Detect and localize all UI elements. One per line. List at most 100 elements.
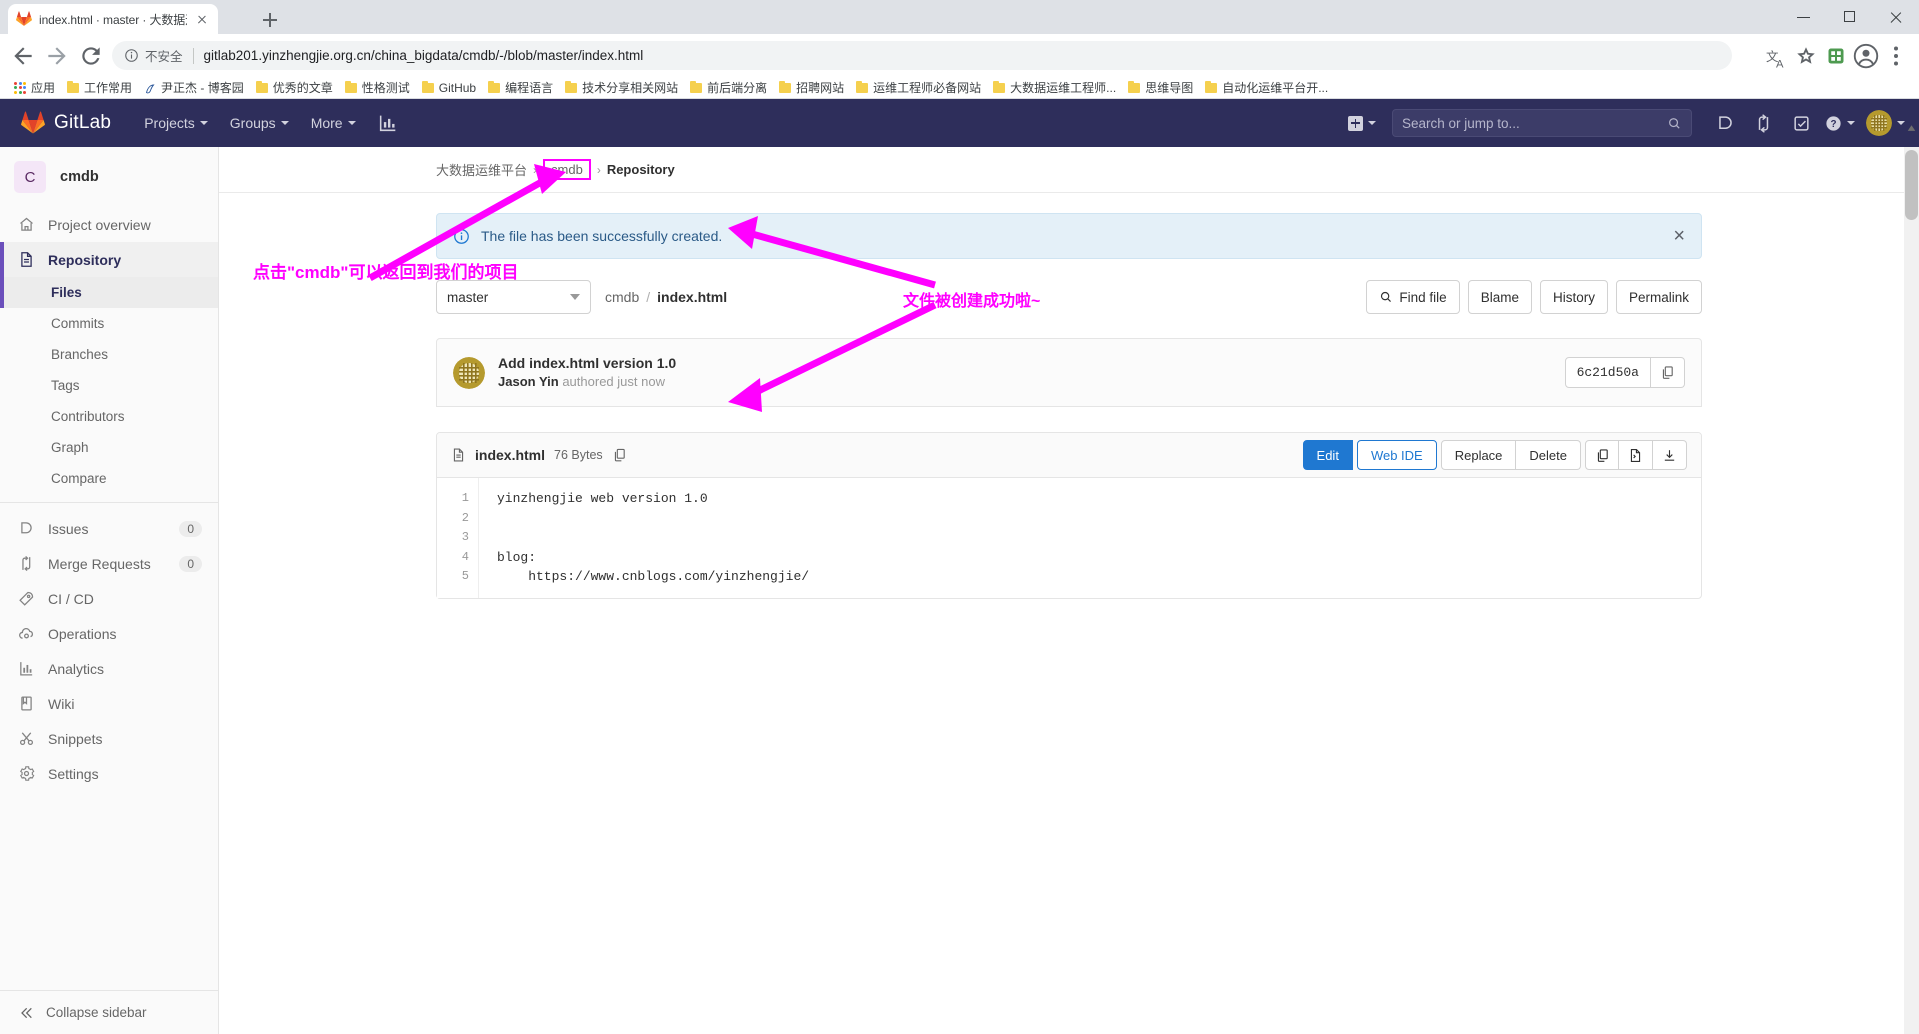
copy-path-icon[interactable] [612, 447, 627, 463]
bookmark-star-icon[interactable] [1791, 41, 1821, 71]
sidebar-item-snippets[interactable]: Snippets [0, 721, 218, 756]
gitlab-home-link[interactable]: GitLab [0, 111, 111, 135]
issues-icon[interactable] [1706, 104, 1744, 142]
line-number[interactable]: 4 [437, 548, 478, 568]
bookmark-item[interactable]: 工作常用 [61, 77, 138, 98]
maximize-button[interactable] [1827, 0, 1873, 34]
sidebar-item-ci-cd[interactable]: CI / CD [0, 581, 218, 616]
back-button[interactable] [10, 43, 36, 69]
delete-button[interactable]: Delete [1516, 440, 1581, 471]
nav-projects[interactable]: Projects [133, 109, 219, 137]
page-scrollbar-thumb[interactable] [1905, 150, 1918, 220]
breadcrumb: 大数据运维平台 › cmdb › Repository [219, 147, 1919, 193]
collapse-sidebar-button[interactable]: Collapse sidebar [0, 990, 218, 1034]
commit-title[interactable]: Add index.html version 1.0 [498, 353, 676, 373]
sidebar-item-tags[interactable]: Tags [0, 370, 218, 401]
help-button[interactable]: ? [1820, 104, 1858, 142]
sidebar-item-wiki[interactable]: Wiki [0, 686, 218, 721]
bookmark-apps[interactable]: 应用 [8, 77, 61, 98]
permalink-button[interactable]: Permalink [1615, 280, 1702, 314]
blame-button[interactable]: Blame [1467, 280, 1532, 314]
sidebar-item-branches[interactable]: Branches [0, 339, 218, 370]
new-item-button[interactable] [1340, 110, 1384, 137]
chevron-down-icon [280, 121, 289, 125]
copy-contents-icon[interactable] [1585, 440, 1619, 471]
close-window-button[interactable] [1873, 0, 1919, 34]
profile-icon[interactable] [1851, 41, 1881, 71]
line-number[interactable]: 2 [437, 509, 478, 529]
branch-selector[interactable]: master [436, 280, 591, 314]
minimize-button[interactable] [1781, 0, 1827, 34]
replace-button[interactable]: Replace [1440, 440, 1517, 471]
nav-groups[interactable]: Groups [219, 109, 300, 137]
sidebar-item-merge-requests[interactable]: Merge Requests 0 [0, 546, 218, 581]
bookmark-item[interactable]: 优秀的文章 [250, 77, 339, 98]
line-number[interactable]: 3 [437, 528, 478, 548]
sidebar-item-graph[interactable]: Graph [0, 432, 218, 463]
bookmark-item[interactable]: 自动化运维平台开... [1199, 77, 1334, 98]
page-scrollbar-track[interactable] [1904, 147, 1919, 1034]
merge-requests-icon[interactable] [1744, 104, 1782, 142]
commit-author[interactable]: Jason Yin [498, 374, 559, 389]
analytics-icon[interactable] [377, 112, 399, 134]
history-button[interactable]: History [1539, 280, 1608, 314]
file-viewer-card: index.html 76 Bytes Edit Web IDE Replace… [436, 432, 1702, 599]
scroll-up-arrow-icon[interactable] [1904, 120, 1919, 136]
close-icon[interactable]: × [1673, 226, 1685, 246]
download-icon[interactable] [1653, 440, 1687, 471]
bookmark-item[interactable]: 运维工程师必备网站 [850, 77, 987, 98]
translate-icon[interactable]: 文A [1761, 41, 1791, 71]
line-number[interactable]: 5 [437, 567, 478, 587]
web-ide-button[interactable]: Web IDE [1356, 440, 1437, 471]
close-icon[interactable] [194, 11, 210, 27]
bookmark-item[interactable]: 思维导图 [1122, 77, 1199, 98]
last-commit-card: Add index.html version 1.0 Jason Yin aut… [436, 338, 1702, 408]
extension-icon[interactable] [1821, 41, 1851, 71]
bookmark-item[interactable]: 招聘网站 [773, 77, 850, 98]
replace-delete-group: Replace Delete [1440, 440, 1581, 471]
breadcrumb-project[interactable]: cmdb [543, 159, 591, 180]
find-file-button[interactable]: Find file [1366, 280, 1460, 314]
breadcrumb-section[interactable]: Repository [607, 162, 675, 177]
sidebar-item-files[interactable]: Files [0, 277, 218, 308]
reload-button[interactable] [78, 43, 104, 69]
sidebar-item-repository[interactable]: Repository [0, 242, 218, 277]
edit-button[interactable]: Edit [1302, 440, 1353, 471]
bookmark-item[interactable]: 编程语言 [482, 77, 559, 98]
sidebar-item-compare[interactable]: Compare [0, 463, 218, 494]
search-box[interactable] [1392, 109, 1692, 137]
bookmark-item[interactable]: 性格测试 [339, 77, 416, 98]
bookmark-item[interactable]: 尹正杰 - 博客园 [138, 77, 250, 98]
chrome-menu-icon[interactable] [1881, 41, 1911, 71]
bookmark-item[interactable]: 前后端分离 [684, 77, 773, 98]
sidebar-item-commits[interactable]: Commits [0, 308, 218, 339]
bookmark-item[interactable]: 大数据运维工程师... [987, 77, 1122, 98]
new-tab-button[interactable] [258, 8, 282, 32]
sidebar-item-settings[interactable]: Settings [0, 756, 218, 791]
breadcrumb-group[interactable]: 大数据运维平台 [436, 160, 527, 179]
address-bar[interactable]: 不安全 gitlab201.yinzhengjie.org.cn/china_b… [112, 41, 1732, 70]
line-number[interactable]: 1 [437, 489, 478, 509]
browser-tab[interactable]: index.html · master · 大数据运维 [8, 4, 218, 34]
gear-icon [18, 765, 35, 782]
todos-icon[interactable] [1782, 104, 1820, 142]
sidebar-project-header[interactable]: C cmdb [0, 147, 218, 207]
copy-icon[interactable] [1651, 357, 1685, 389]
nav-more[interactable]: More [300, 109, 367, 137]
sidebar-item-analytics[interactable]: Analytics [0, 651, 218, 686]
apps-grid-icon [14, 81, 26, 94]
sidebar-item-contributors[interactable]: Contributors [0, 401, 218, 432]
search-input[interactable] [1402, 115, 1667, 131]
bookmark-item[interactable]: 技术分享相关网站 [559, 77, 684, 98]
bookmark-item[interactable]: GitHub [416, 79, 482, 97]
sidebar-item-project-overview[interactable]: Project overview [0, 207, 218, 242]
sidebar-item-issues[interactable]: Issues 0 [0, 511, 218, 546]
user-menu[interactable] [1858, 110, 1905, 136]
open-raw-icon[interactable] [1619, 440, 1653, 471]
path-segment-cmdb[interactable]: cmdb [605, 289, 639, 305]
commit-sha[interactable]: 6c21d50a [1564, 357, 1651, 389]
nav-projects-label: Projects [144, 115, 195, 131]
forward-button[interactable] [44, 43, 70, 69]
blame-label: Blame [1480, 289, 1519, 305]
sidebar-item-operations[interactable]: Operations [0, 616, 218, 651]
